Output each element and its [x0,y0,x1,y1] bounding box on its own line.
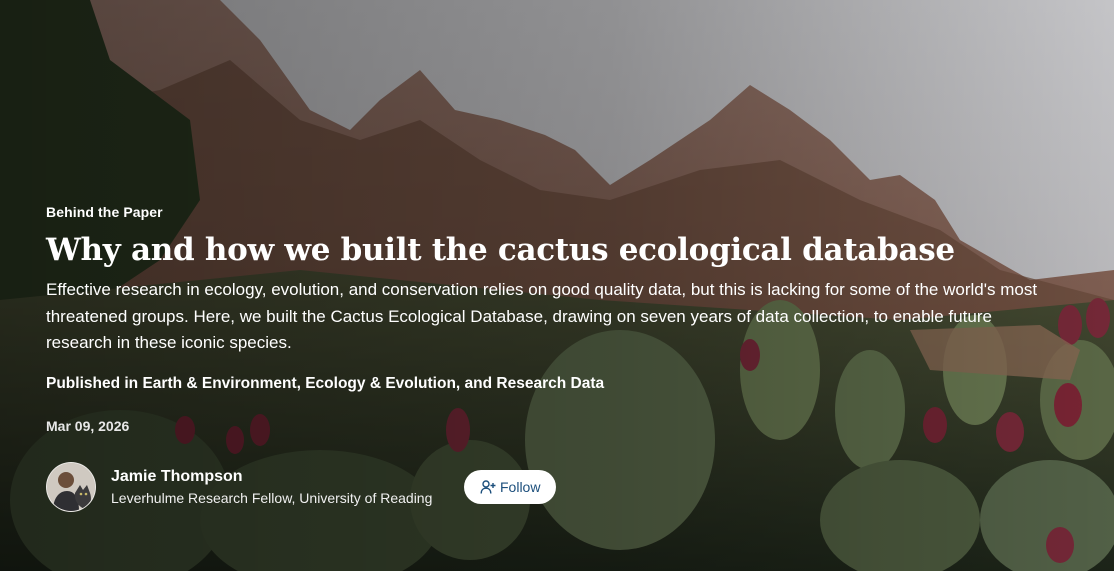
avatar-photo-icon [47,463,95,511]
author-avatar[interactable] [46,462,96,512]
article-title: Why and how we built the cactus ecologic… [46,232,955,268]
follow-label: Follow [500,479,541,495]
article-date: Mar 09, 2026 [46,418,130,434]
author-block: Jamie Thompson Leverhulme Research Fello… [46,462,557,512]
article-subjects: Published in Earth & Environment, Ecolog… [46,375,605,392]
article-category[interactable]: Behind the Paper [46,204,163,220]
author-name[interactable]: Jamie Thompson [111,466,448,488]
author-role: Leverhulme Research Fellow, University o… [111,490,433,506]
author-info: Jamie Thompson Leverhulme Research Fello… [111,466,448,508]
person-plus-icon [480,480,496,494]
follow-button[interactable]: Follow [464,470,557,504]
hero-banner: Behind the Paper Why and how we built th… [0,0,1114,571]
article-summary: Effective research in ecology, evolution… [46,280,1038,352]
